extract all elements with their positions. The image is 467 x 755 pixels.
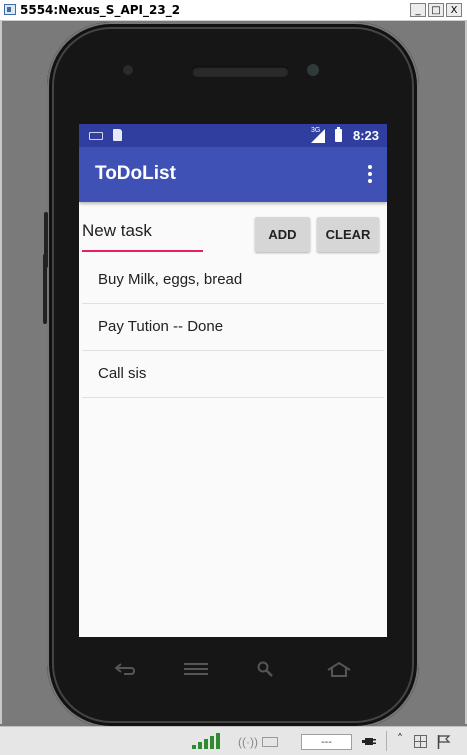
window-controls: _ □ X: [410, 3, 462, 17]
status-time: 8:23: [352, 128, 379, 143]
keyboard-icon: [89, 132, 103, 140]
new-task-input[interactable]: [82, 218, 203, 252]
list-item[interactable]: Pay Tution -- Done: [82, 304, 384, 351]
taskbar-field[interactable]: ---: [301, 734, 352, 750]
window-titlebar[interactable]: 5554:Nexus_S_API_23_2 _ □ X: [0, 0, 467, 21]
battery-icon: [335, 127, 342, 142]
add-task-row: ADD CLEAR: [79, 202, 387, 258]
sd-card-icon: [113, 129, 122, 141]
usb-icon[interactable]: [262, 737, 278, 747]
home-icon[interactable]: [326, 661, 352, 678]
window-grid-icon[interactable]: [414, 735, 427, 748]
back-icon[interactable]: [114, 663, 136, 675]
status-bar: 3G 8:23: [79, 124, 387, 147]
wireless-icon[interactable]: ((·)): [238, 735, 258, 749]
minimize-button[interactable]: _: [410, 3, 426, 17]
list-item[interactable]: Buy Milk, eggs, bread: [82, 257, 384, 304]
window-left-border: [0, 20, 2, 724]
app-bar: ToDoList: [79, 147, 387, 202]
window-title: 5554:Nexus_S_API_23_2: [20, 3, 181, 17]
side-button[interactable]: [43, 254, 47, 324]
clear-button[interactable]: CLEAR: [317, 217, 379, 252]
menu-icon[interactable]: [184, 663, 208, 677]
chevron-up-icon[interactable]: ˄: [397, 732, 403, 746]
earpiece-speaker: [192, 66, 289, 77]
phone-screen: 3G 8:23 ToDoList ADD CLEAR Buy Milk, egg…: [79, 124, 387, 637]
taskbar-separator: [386, 731, 387, 751]
network-signal-icon[interactable]: [192, 733, 220, 749]
close-button[interactable]: X: [446, 3, 462, 17]
taskbar: ((·)) --- ˄: [0, 726, 467, 755]
more-vert-icon[interactable]: [366, 165, 374, 185]
app-title: ToDoList: [95, 163, 176, 184]
search-icon[interactable]: [257, 661, 273, 677]
power-plug-icon[interactable]: [362, 736, 376, 747]
list-item[interactable]: Call sis: [82, 351, 384, 398]
flag-icon[interactable]: [437, 734, 451, 749]
network-type: 3G: [311, 127, 321, 134]
phone-frame: 3G 8:23 ToDoList ADD CLEAR Buy Milk, egg…: [43, 22, 419, 728]
maximize-button[interactable]: □: [428, 3, 444, 17]
emulator-window-icon[interactable]: [4, 4, 16, 15]
proximity-sensor: [123, 65, 133, 75]
task-list: Buy Milk, eggs, bread Pay Tution -- Done…: [82, 257, 384, 398]
front-camera: [307, 64, 319, 76]
add-button[interactable]: ADD: [255, 217, 310, 252]
